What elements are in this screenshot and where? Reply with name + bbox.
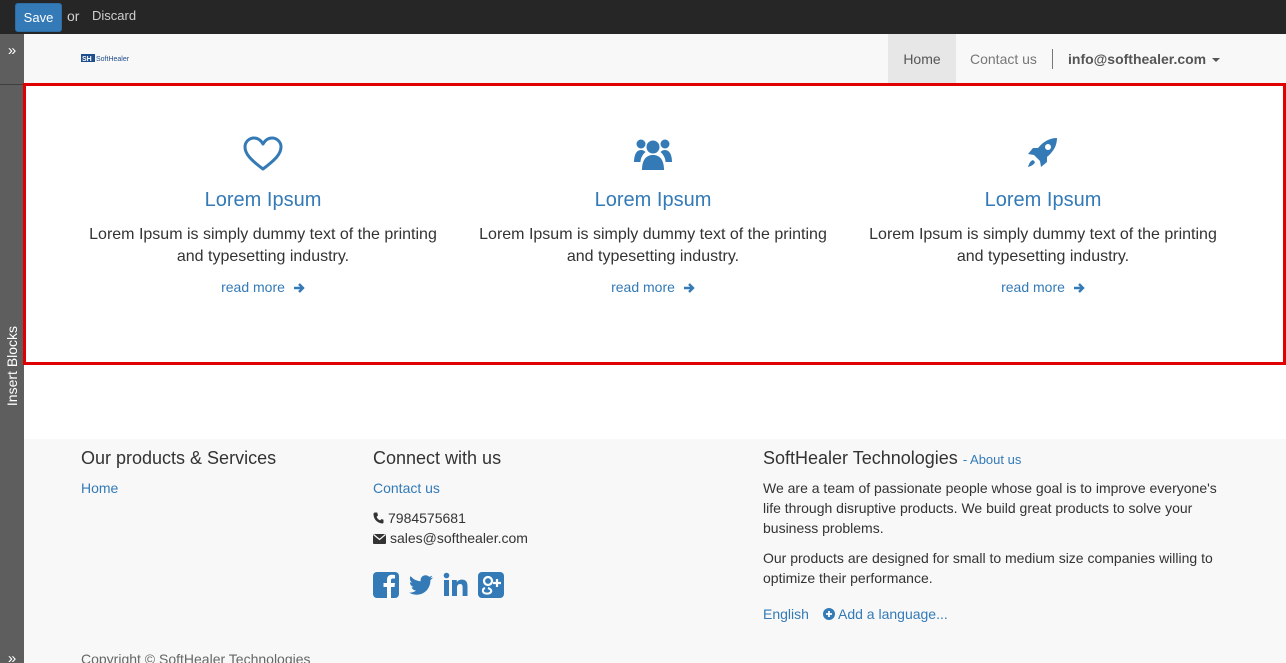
feature-title: Lorem Ipsum: [594, 189, 712, 211]
insert-blocks-label[interactable]: Insert Blocks: [2, 324, 22, 408]
svg-text:SH: SH: [82, 56, 92, 63]
arrow-right-icon: [1073, 283, 1085, 293]
company-name: SoftHealer Technologies: [763, 448, 958, 468]
add-language-label: Add a language...: [838, 606, 948, 622]
nav-item-home[interactable]: Home: [888, 34, 956, 84]
phone-number: 7984575681: [388, 510, 466, 526]
insert-blocks-rail: » Insert Blocks »: [0, 34, 24, 663]
nav-item-contact-us[interactable]: Contact us: [970, 34, 1038, 84]
about-us-link[interactable]: - About us: [963, 452, 1022, 467]
feature-description: Lorem Ipsum is simply dummy text of the …: [869, 226, 1217, 265]
site-navbar: SH SoftHealer Home Contact us info@softh…: [24, 34, 1286, 84]
read-more-label: read more: [1001, 279, 1065, 295]
arrow-right-icon: [293, 283, 305, 293]
caret-down-icon: [1212, 58, 1221, 63]
language-english[interactable]: English: [763, 606, 809, 622]
svg-text:SoftHealer: SoftHealer: [96, 56, 130, 63]
feature-title: Lorem Ipsum: [204, 189, 322, 211]
add-language-link[interactable]: Add a language...: [823, 606, 948, 622]
read-more-label: read more: [221, 279, 285, 295]
arrow-right-icon: [683, 283, 695, 293]
footer-link-contact-us[interactable]: Contact us: [373, 480, 440, 496]
company-target-description: Our products are designed for small to m…: [763, 550, 1213, 586]
feature-card: Lorem Ipsum Lorem Ipsum is simply dummy …: [68, 86, 458, 362]
feature-description: Lorem Ipsum is simply dummy text of the …: [479, 226, 827, 265]
expand-rail-icon[interactable]: »: [0, 42, 24, 60]
company-heading: SoftHealer Technologies - About us: [763, 448, 1021, 469]
twitter-icon[interactable]: [407, 571, 435, 599]
nav-separator: [1052, 49, 1053, 69]
rail-divider: [0, 84, 24, 85]
copyright-text: Copyright © SoftHealer Technologies: [81, 651, 311, 663]
user-menu-dropdown[interactable]: info@softhealer.com: [1068, 34, 1221, 84]
softhealer-logo[interactable]: SH SoftHealer: [81, 52, 133, 64]
site-footer: Our products & Services Home Connect wit…: [24, 439, 1286, 663]
or-label: or: [67, 8, 80, 24]
feature-description: Lorem Ipsum is simply dummy text of the …: [89, 226, 437, 265]
company-description: We are a team of passionate people whose…: [763, 480, 1217, 536]
users-icon: [634, 139, 672, 170]
feature-card: Lorem Ipsum Lorem Ipsum is simply dummy …: [848, 86, 1238, 362]
features-snippet[interactable]: Lorem Ipsum Lorem Ipsum is simply dummy …: [23, 83, 1286, 365]
read-more-link[interactable]: read more: [68, 279, 458, 295]
envelope-icon: [373, 534, 386, 544]
google-plus-icon[interactable]: [477, 571, 505, 599]
email-line: sales@softhealer.com: [373, 530, 528, 546]
footer-link-home[interactable]: Home: [81, 480, 118, 496]
linkedin-icon[interactable]: [442, 571, 470, 599]
connect-heading: Connect with us: [373, 448, 502, 468]
user-email: info@softhealer.com: [1068, 51, 1207, 67]
plus-circle-icon: [823, 608, 835, 620]
save-button[interactable]: Save: [15, 3, 62, 32]
email-address[interactable]: sales@softhealer.com: [390, 530, 528, 546]
feature-title: Lorem Ipsum: [984, 189, 1102, 211]
products-heading: Our products & Services: [81, 448, 277, 468]
read-more-link[interactable]: read more: [848, 279, 1238, 295]
phone-line: 7984575681: [373, 510, 466, 526]
facebook-icon[interactable]: [372, 571, 400, 599]
read-more-link[interactable]: read more: [458, 279, 848, 295]
heart-icon: [243, 136, 283, 171]
phone-icon: [373, 512, 384, 524]
feature-card: Lorem Ipsum Lorem Ipsum is simply dummy …: [458, 86, 848, 362]
expand-rail-bottom-icon[interactable]: »: [0, 650, 24, 663]
editor-toolbar: Save or Discard: [0, 0, 1286, 34]
rocket-icon: [1028, 138, 1057, 167]
discard-button[interactable]: Discard: [86, 8, 142, 23]
read-more-label: read more: [611, 279, 675, 295]
